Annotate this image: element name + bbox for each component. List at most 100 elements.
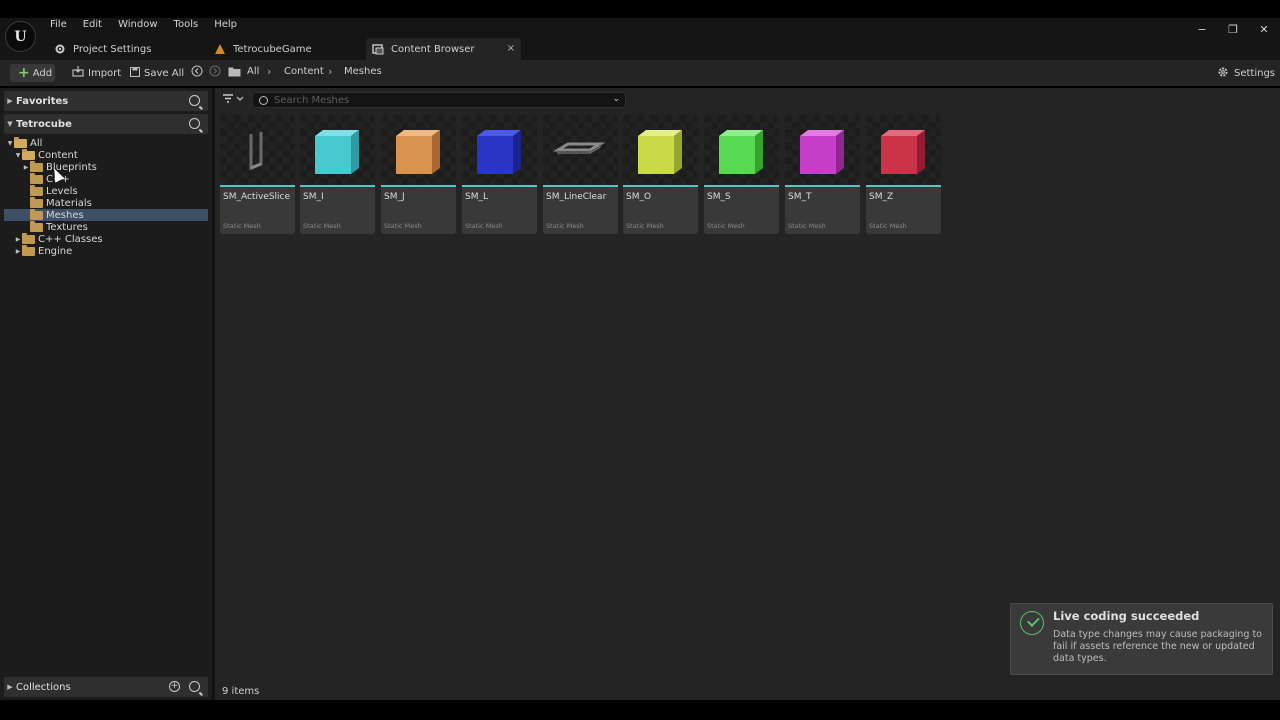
search-icon[interactable] (189, 118, 200, 129)
caret-right-icon[interactable]: ▶ (4, 97, 16, 105)
menu-help[interactable]: Help (206, 19, 245, 31)
asset-tile[interactable]: SM_LineClear Static Mesh (543, 115, 618, 234)
minimize-button[interactable]: − (1196, 23, 1208, 36)
history-forward-icon[interactable] (209, 65, 221, 80)
close-icon[interactable]: × (507, 43, 515, 54)
asset-tile[interactable]: SM_T Static Mesh (785, 115, 860, 234)
asset-name: SM_Z (869, 192, 894, 202)
asset-type: Static Mesh (626, 222, 664, 230)
caret-right-icon[interactable]: ▶ (14, 248, 22, 255)
caret-down-icon[interactable]: ▼ (4, 120, 16, 128)
cube-mesh-icon (800, 130, 844, 174)
breadcrumb-all[interactable]: All (247, 66, 259, 77)
project-header[interactable]: ▼ Tetrocube (4, 114, 208, 134)
filter-icon (222, 94, 244, 107)
asset-thumbnail (381, 115, 456, 185)
frame-mesh-icon (552, 142, 606, 154)
menu-window[interactable]: Window (110, 19, 165, 31)
caret-right-icon[interactable]: ▶ (4, 683, 16, 691)
asset-name: SM_T (788, 192, 812, 202)
tree-item-label: Engine (38, 245, 73, 257)
tree-item-levels[interactable]: Levels (4, 184, 208, 197)
tab-project-settings[interactable]: Project Settings (48, 38, 198, 60)
tree-item-label: All (30, 137, 43, 149)
tree-item-label: C++ Classes (38, 233, 103, 245)
cube-mesh-icon (881, 130, 925, 174)
caret-down-icon[interactable]: ▼ (14, 152, 22, 159)
save-all-button[interactable]: Save All (129, 64, 184, 82)
import-button[interactable]: Import (72, 64, 121, 82)
breadcrumb-separator-icon: › (267, 65, 272, 78)
tree-item-engine[interactable]: ▶ Engine (4, 244, 208, 257)
menu-edit[interactable]: Edit (75, 19, 110, 31)
folder-icon (30, 172, 43, 184)
unreal-logo-icon[interactable]: U (5, 21, 36, 52)
asset-tile[interactable]: SM_S Static Mesh (704, 115, 779, 234)
asset-tile[interactable]: SM_ActiveSlice Static Mesh (220, 115, 295, 234)
maximize-button[interactable]: ❐ (1227, 23, 1239, 36)
asset-type: Static Mesh (223, 222, 261, 230)
notification-toast[interactable]: Live coding succeeded Data type changes … (1010, 603, 1273, 675)
tree-item-content[interactable]: ▼ Content (4, 148, 208, 161)
toast-message: Data type changes may cause packaging to… (1053, 629, 1262, 664)
tree-item-all[interactable]: ▼ All (4, 136, 208, 149)
collections-header[interactable]: ▶ Collections + (4, 677, 208, 697)
caret-down-icon[interactable]: ▼ (6, 140, 14, 147)
add-collection-icon[interactable]: + (169, 681, 180, 692)
history-back-icon[interactable] (191, 65, 203, 80)
asset-tile[interactable]: SM_J Static Mesh (381, 115, 456, 234)
caret-right-icon[interactable]: ▶ (22, 164, 30, 171)
asset-name: SM_LineClear (546, 192, 607, 202)
menu-tools[interactable]: Tools (166, 19, 207, 31)
caret-right-icon[interactable]: ▶ (14, 236, 22, 243)
favorites-header[interactable]: ▶ Favorites (4, 91, 208, 111)
tree-item-cpp-classes[interactable]: ▶ C++ Classes (4, 232, 208, 245)
asset-tile[interactable]: SM_O Static Mesh (623, 115, 698, 234)
asset-type: Static Mesh (707, 222, 745, 230)
asset-type: Static Mesh (384, 222, 422, 230)
folder-icon[interactable] (228, 66, 241, 80)
chevron-down-icon[interactable]: ⌄ (612, 94, 620, 104)
folder-icon (30, 220, 43, 232)
tree-item-materials[interactable]: Materials (4, 196, 208, 209)
asset-name: SM_L (465, 192, 488, 202)
asset-tile[interactable]: SM_I Static Mesh (300, 115, 375, 234)
folder-icon (30, 196, 43, 208)
filter-button[interactable] (222, 94, 244, 107)
add-button[interactable]: + Add (10, 64, 55, 82)
item-count: 9 items (222, 686, 260, 697)
breadcrumb-meshes[interactable]: Meshes (344, 66, 382, 77)
asset-tile[interactable]: SM_Z Static Mesh (866, 115, 941, 234)
asset-type-bar (785, 185, 860, 187)
settings-button[interactable]: Settings (1217, 64, 1275, 82)
import-icon (72, 66, 84, 80)
asset-tile[interactable]: SM_L Static Mesh (462, 115, 537, 234)
asset-thumbnail (704, 115, 779, 185)
close-window-button[interactable]: ✕ (1258, 23, 1270, 36)
asset-thumbnail (300, 115, 375, 185)
asset-name: SM_J (384, 192, 405, 202)
content-browser-icon (372, 43, 384, 55)
tree-item-label: Content (38, 149, 78, 161)
asset-type-bar (866, 185, 941, 187)
breadcrumb-content[interactable]: Content (284, 66, 324, 77)
folder-icon (22, 232, 35, 244)
tree-item-cpp[interactable]: C++ (4, 172, 208, 185)
search-input[interactable] (274, 94, 604, 106)
import-label: Import (88, 67, 122, 79)
tab-content-browser[interactable]: Content Browser × (366, 38, 521, 60)
tree-item-blueprints[interactable]: ▶ Blueprints (4, 160, 208, 173)
tab-tetrocube-game[interactable]: TetrocubeGame (208, 38, 358, 60)
settings-label: Settings (1234, 67, 1276, 79)
menu-file[interactable]: File (50, 19, 75, 31)
asset-type-bar (220, 185, 295, 187)
tree-item-meshes[interactable]: Meshes (4, 208, 208, 221)
tree-item-label: Textures (46, 221, 88, 233)
asset-type-bar (704, 185, 779, 187)
asset-type-bar (462, 185, 537, 187)
tree-item-textures[interactable]: Textures (4, 220, 208, 233)
search-icon[interactable] (189, 681, 200, 692)
folder-icon (30, 184, 43, 196)
asset-thumbnail (543, 115, 618, 185)
search-icon[interactable] (189, 95, 200, 106)
